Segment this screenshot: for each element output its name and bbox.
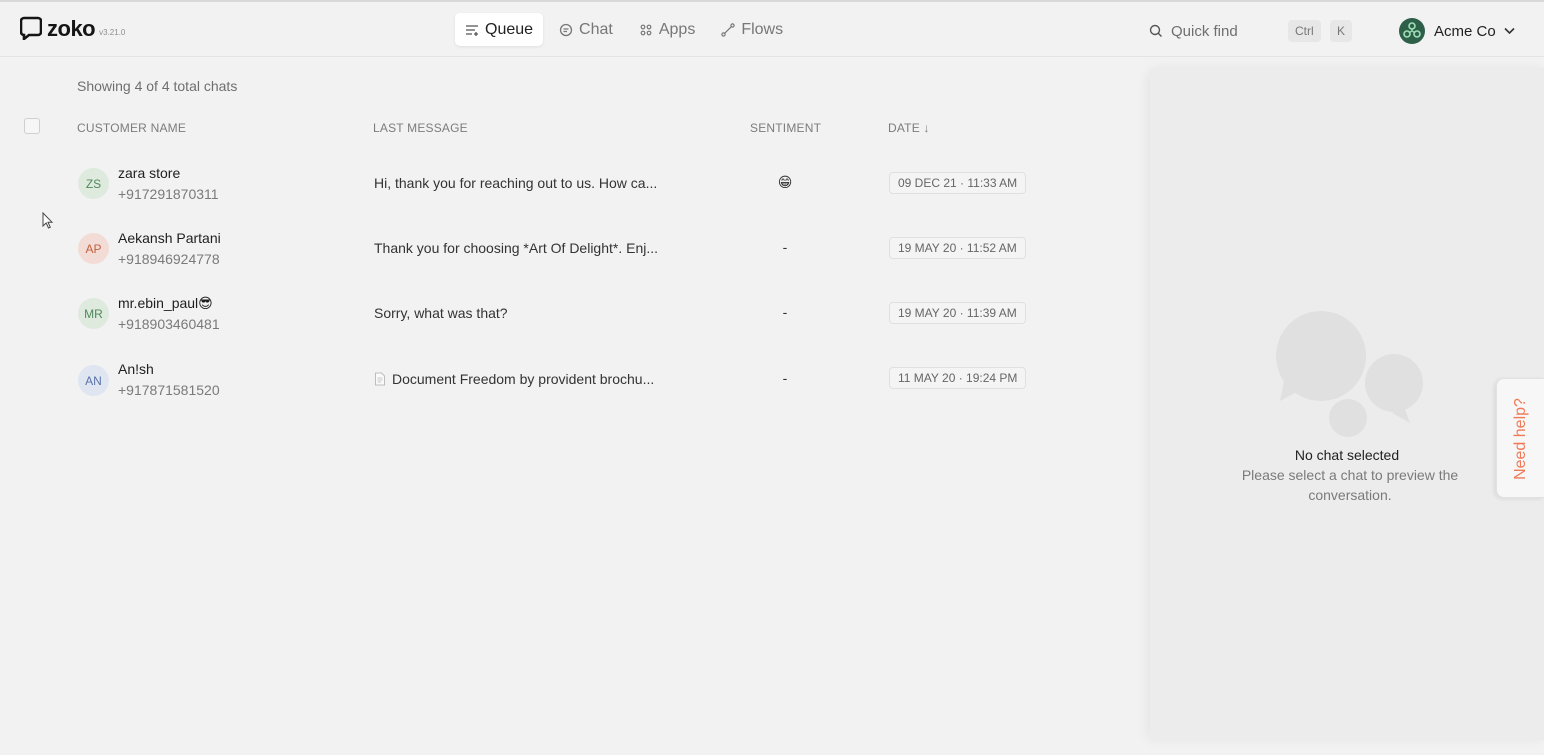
shortcut-ctrl-key: Ctrl bbox=[1288, 20, 1321, 42]
last-message: Sorry, what was that? bbox=[374, 305, 508, 321]
column-last-message[interactable]: LAST MESSAGE bbox=[373, 121, 468, 135]
last-message-text: Hi, thank you for reaching out to us. Ho… bbox=[374, 175, 658, 191]
table-row[interactable]: MR mr.ebin_paul😎 +918903460481 Sorry, wh… bbox=[0, 281, 1145, 346]
nav-flows-label: Flows bbox=[741, 20, 784, 38]
apps-icon bbox=[640, 24, 652, 35]
queue-icon bbox=[466, 24, 478, 36]
quick-find-search[interactable]: Quick find Ctrl K bbox=[1140, 14, 1358, 48]
last-message: Document Freedom by provident brochu... bbox=[374, 371, 654, 387]
table-row[interactable]: AP Aekansh Partani +918946924778 Thank y… bbox=[0, 216, 1145, 281]
nav-flows[interactable]: Flows bbox=[711, 13, 793, 46]
zoko-logo-icon bbox=[20, 16, 42, 40]
customer-name: mr.ebin_paul😎 bbox=[118, 295, 213, 311]
sentiment-value: - bbox=[782, 304, 788, 320]
mouse-cursor-icon bbox=[42, 212, 54, 229]
sentiment-value: 😁 bbox=[777, 174, 793, 190]
last-message-text: Document Freedom by provident brochu... bbox=[392, 371, 655, 387]
avatar: AP bbox=[78, 233, 109, 264]
chevron-down-icon bbox=[1504, 27, 1515, 35]
customer-phone: +917871581520 bbox=[118, 382, 220, 398]
nav-chat-label: Chat bbox=[579, 20, 613, 38]
last-message: Thank you for choosing *Art Of Delight*.… bbox=[374, 240, 658, 256]
account-switcher[interactable]: Acme Co bbox=[1398, 17, 1515, 45]
customer-name: zara store bbox=[118, 165, 181, 181]
nav-chat[interactable]: Chat bbox=[549, 13, 623, 46]
logo[interactable]: zoko v3.21.0 bbox=[20, 16, 125, 40]
last-message-text: Sorry, what was that? bbox=[374, 305, 508, 321]
logo-text: zoko bbox=[47, 16, 96, 41]
customer-phone: +918903460481 bbox=[118, 316, 220, 332]
date-badge: 09 DEC 21 · 11:33 AM bbox=[889, 172, 1027, 194]
nav-queue-label: Queue bbox=[485, 20, 534, 38]
customer-name: Aekansh Partani bbox=[118, 230, 221, 246]
sentiment-value: - bbox=[782, 370, 788, 386]
search-icon bbox=[1149, 24, 1162, 37]
org-avatar-icon bbox=[1399, 18, 1425, 44]
search-placeholder: Quick find bbox=[1171, 22, 1238, 40]
column-sentiment[interactable]: SENTIMENT bbox=[750, 121, 821, 135]
table-row[interactable]: AN An!sh +917871581520 Document Freedom … bbox=[0, 346, 1145, 411]
nav-apps[interactable]: Apps bbox=[629, 13, 705, 46]
chat-icon bbox=[559, 23, 573, 36]
customer-phone: +918946924778 bbox=[118, 251, 220, 267]
empty-chat-illustration-icon bbox=[1276, 311, 1423, 437]
empty-state-subtitle: Please select a chat to preview the conv… bbox=[1241, 467, 1459, 503]
chat-queue-list: Showing 4 of 4 total chats CUSTOMER NAME… bbox=[0, 58, 1145, 755]
account-name: Acme Co bbox=[1434, 22, 1496, 40]
table-row[interactable]: ZS zara store +917291870311 Hi, thank yo… bbox=[0, 151, 1145, 216]
top-bar: zoko v3.21.0 Queue Chat Apps Flows Quick… bbox=[0, 0, 1544, 57]
select-all-checkbox[interactable] bbox=[24, 118, 40, 134]
column-customer-name[interactable]: CUSTOMER NAME bbox=[77, 121, 186, 135]
app-version: v3.21.0 bbox=[99, 28, 126, 37]
date-badge: 11 MAY 20 · 19:24 PM bbox=[889, 367, 1027, 389]
chat-preview-panel: No chat selected Please select a chat to… bbox=[1150, 68, 1544, 740]
empty-state-title: No chat selected bbox=[1294, 447, 1400, 463]
date-badge: 19 MAY 20 · 11:52 AM bbox=[889, 237, 1026, 259]
need-help-label: Need help? bbox=[1512, 398, 1529, 480]
document-icon bbox=[375, 372, 385, 386]
shortcut-k-key: K bbox=[1330, 20, 1353, 42]
avatar: ZS bbox=[78, 168, 109, 199]
customer-phone: +917291870311 bbox=[118, 186, 219, 202]
avatar: AN bbox=[78, 365, 109, 396]
nav-queue[interactable]: Queue bbox=[455, 13, 544, 46]
main-nav: Queue Chat Apps Flows bbox=[455, 13, 793, 46]
last-message-text: Thank you for choosing *Art Of Delight*.… bbox=[374, 240, 659, 256]
nav-apps-label: Apps bbox=[658, 20, 696, 38]
date-badge: 19 MAY 20 · 11:39 AM bbox=[889, 302, 1026, 324]
need-help-button[interactable]: Need help? bbox=[1496, 378, 1544, 498]
flows-icon bbox=[721, 22, 736, 37]
column-date-sort[interactable]: DATE ↓ bbox=[888, 121, 930, 135]
avatar: MR bbox=[78, 298, 109, 329]
customer-name: An!sh bbox=[118, 361, 154, 377]
sentiment-value: - bbox=[782, 239, 788, 255]
last-message: Hi, thank you for reaching out to us. Ho… bbox=[374, 175, 657, 191]
chat-count-summary: Showing 4 of 4 total chats bbox=[77, 78, 238, 94]
